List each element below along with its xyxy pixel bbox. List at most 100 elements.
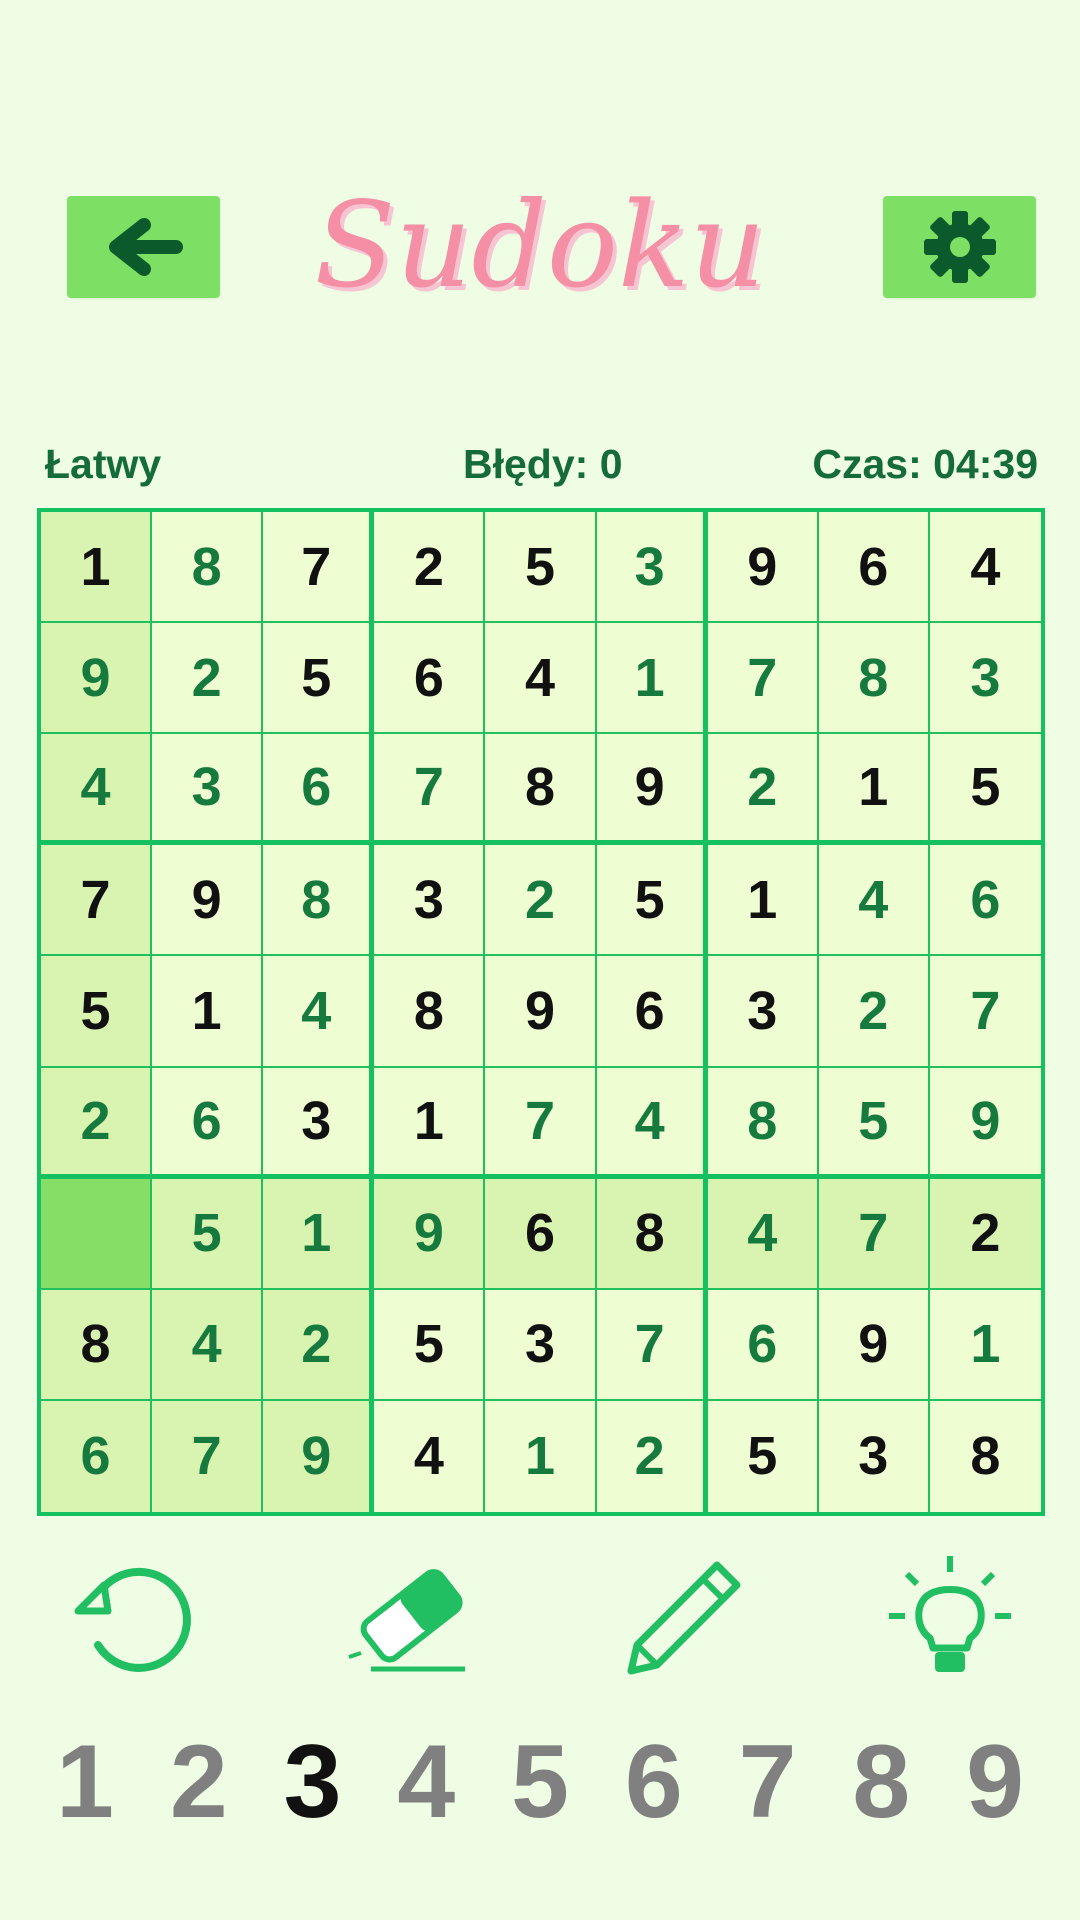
sudoku-cell[interactable]: 4	[485, 623, 597, 735]
sudoku-cell[interactable]: 6	[485, 1178, 597, 1290]
sudoku-cell[interactable]: 9	[263, 1400, 375, 1512]
sudoku-cell[interactable]: 8	[41, 1289, 153, 1401]
sudoku-cell[interactable]: 2	[41, 1067, 153, 1179]
sudoku-cell[interactable]: 5	[152, 1178, 264, 1290]
settings-button[interactable]	[883, 196, 1036, 298]
number-button-4[interactable]: 4	[376, 1722, 476, 1842]
number-button-6[interactable]: 6	[604, 1722, 704, 1842]
sudoku-cell[interactable]: 8	[707, 1067, 819, 1179]
sudoku-cell[interactable]: 4	[41, 734, 153, 846]
eraser-button[interactable]	[336, 1552, 476, 1682]
sudoku-cell[interactable]: 1	[485, 1400, 597, 1512]
sudoku-cell[interactable]: 6	[152, 1067, 264, 1179]
number-pad: 123456789	[35, 1722, 1045, 1842]
number-button-8[interactable]: 8	[831, 1722, 931, 1842]
sudoku-cell[interactable]: 3	[929, 623, 1041, 735]
sudoku-cell[interactable]: 3	[707, 956, 819, 1068]
sudoku-cell[interactable]: 9	[929, 1067, 1041, 1179]
sudoku-cell[interactable]: 3	[485, 1289, 597, 1401]
sudoku-cell[interactable]: 4	[152, 1289, 264, 1401]
sudoku-cell[interactable]: 9	[485, 956, 597, 1068]
sudoku-cell[interactable]: 2	[263, 1289, 375, 1401]
sudoku-cell[interactable]: 1	[152, 956, 264, 1068]
sudoku-cell[interactable]: 5	[485, 512, 597, 624]
number-button-3[interactable]: 3	[263, 1722, 363, 1842]
sudoku-cell[interactable]: 5	[263, 623, 375, 735]
sudoku-cell[interactable]: 1	[929, 1289, 1041, 1401]
sudoku-cell[interactable]: 4	[596, 1067, 708, 1179]
sudoku-cell[interactable]: 1	[818, 734, 930, 846]
sudoku-cell[interactable]: 1	[596, 623, 708, 735]
sudoku-cell[interactable]: 9	[596, 734, 708, 846]
sudoku-cell[interactable]: 4	[374, 1400, 486, 1512]
sudoku-cell[interactable]: 9	[818, 1289, 930, 1401]
sudoku-cell[interactable]: 6	[929, 845, 1041, 957]
sudoku-cell[interactable]: 5	[818, 1067, 930, 1179]
sudoku-cell[interactable]: 1	[41, 512, 153, 624]
sudoku-cell[interactable]: 5	[41, 956, 153, 1068]
sudoku-cell[interactable]: 6	[707, 1289, 819, 1401]
sudoku-cell[interactable]: 7	[818, 1178, 930, 1290]
sudoku-cell[interactable]	[41, 1178, 153, 1290]
sudoku-cell[interactable]: 5	[707, 1400, 819, 1512]
sudoku-cell[interactable]: 8	[152, 512, 264, 624]
sudoku-cell[interactable]: 7	[929, 956, 1041, 1068]
sudoku-cell[interactable]: 6	[818, 512, 930, 624]
sudoku-cell[interactable]: 4	[929, 512, 1041, 624]
sudoku-cell[interactable]: 3	[152, 734, 264, 846]
sudoku-cell[interactable]: 6	[374, 623, 486, 735]
sudoku-cell[interactable]: 9	[41, 623, 153, 735]
sudoku-cell[interactable]: 8	[374, 956, 486, 1068]
sudoku-cell[interactable]: 9	[152, 845, 264, 957]
sudoku-cell[interactable]: 8	[485, 734, 597, 846]
hint-button[interactable]	[880, 1552, 1020, 1682]
sudoku-cell[interactable]: 2	[818, 956, 930, 1068]
number-button-1[interactable]: 1	[35, 1722, 135, 1842]
sudoku-cell[interactable]: 2	[485, 845, 597, 957]
sudoku-cell[interactable]: 1	[707, 845, 819, 957]
sudoku-cell[interactable]: 2	[152, 623, 264, 735]
sudoku-cell[interactable]: 7	[41, 845, 153, 957]
sudoku-cell[interactable]: 2	[596, 1400, 708, 1512]
sudoku-cell[interactable]: 5	[929, 734, 1041, 846]
sudoku-cell[interactable]: 9	[374, 1178, 486, 1290]
number-button-9[interactable]: 9	[945, 1722, 1045, 1842]
sudoku-cell[interactable]: 2	[929, 1178, 1041, 1290]
sudoku-cell[interactable]: 8	[818, 623, 930, 735]
sudoku-cell[interactable]: 1	[374, 1067, 486, 1179]
back-button[interactable]	[67, 196, 220, 298]
sudoku-cell[interactable]: 2	[374, 512, 486, 624]
sudoku-cell[interactable]: 7	[485, 1067, 597, 1179]
lightbulb-icon	[889, 1556, 1011, 1672]
sudoku-cell[interactable]: 5	[596, 845, 708, 957]
undo-icon	[74, 1567, 191, 1672]
sudoku-cell[interactable]: 4	[263, 956, 375, 1068]
sudoku-cell[interactable]: 3	[263, 1067, 375, 1179]
sudoku-cell[interactable]: 7	[152, 1400, 264, 1512]
pencil-button[interactable]	[612, 1552, 752, 1682]
sudoku-cell[interactable]: 4	[707, 1178, 819, 1290]
sudoku-cell[interactable]: 7	[263, 512, 375, 624]
sudoku-cell[interactable]: 1	[263, 1178, 375, 1290]
sudoku-cell[interactable]: 7	[707, 623, 819, 735]
undo-button[interactable]	[63, 1552, 203, 1682]
arrow-left-icon	[108, 218, 183, 276]
sudoku-cell[interactable]: 8	[596, 1178, 708, 1290]
number-button-2[interactable]: 2	[149, 1722, 249, 1842]
sudoku-cell[interactable]: 7	[374, 734, 486, 846]
sudoku-cell[interactable]: 7	[596, 1289, 708, 1401]
number-button-5[interactable]: 5	[490, 1722, 590, 1842]
sudoku-cell[interactable]: 6	[596, 956, 708, 1068]
sudoku-cell[interactable]: 8	[929, 1400, 1041, 1512]
number-button-7[interactable]: 7	[718, 1722, 818, 1842]
sudoku-cell[interactable]: 6	[263, 734, 375, 846]
sudoku-cell[interactable]: 9	[707, 512, 819, 624]
sudoku-cell[interactable]: 5	[374, 1289, 486, 1401]
sudoku-cell[interactable]: 3	[374, 845, 486, 957]
sudoku-cell[interactable]: 2	[707, 734, 819, 846]
sudoku-cell[interactable]: 4	[818, 845, 930, 957]
sudoku-cell[interactable]: 3	[596, 512, 708, 624]
sudoku-cell[interactable]: 6	[41, 1400, 153, 1512]
sudoku-cell[interactable]: 3	[818, 1400, 930, 1512]
sudoku-cell[interactable]: 8	[263, 845, 375, 957]
